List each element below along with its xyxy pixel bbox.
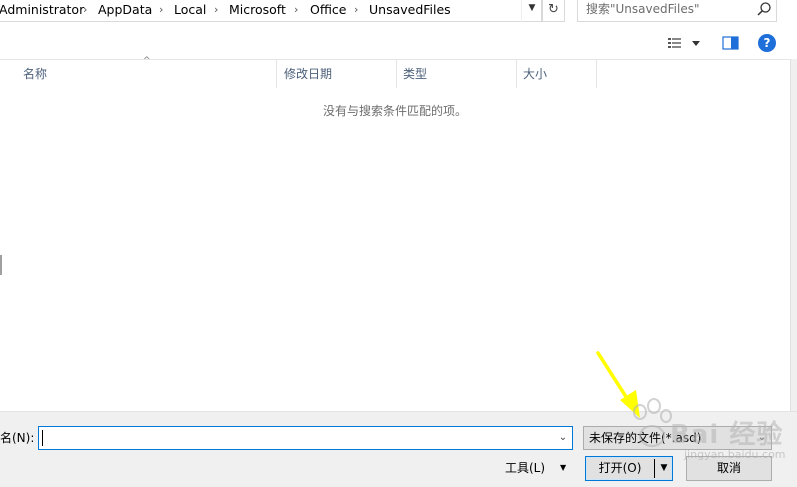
address-dropdown-icon[interactable]: ▼ <box>521 0 542 22</box>
tools-label: 工具(L) <box>505 461 546 475</box>
vertical-scrollbar[interactable] <box>790 59 797 411</box>
column-header-type[interactable]: 类型 <box>397 60 517 88</box>
filename-label: 名(N): <box>0 431 35 445</box>
breadcrumb-microsoft[interactable]: Microsoft <box>229 0 286 21</box>
help-icon[interactable]: ? <box>758 34 776 52</box>
empty-message: 没有与搜索条件匹配的项。 <box>322 104 467 118</box>
watermark-text: Bai 经验 <box>670 420 784 450</box>
search-placeholder: 搜索"UnsavedFiles" <box>586 2 700 16</box>
breadcrumb-separator[interactable]: › <box>83 0 87 21</box>
breadcrumb-appdata[interactable]: AppData <box>98 0 152 21</box>
search-input[interactable]: 搜索"UnsavedFiles" <box>577 0 777 22</box>
breadcrumb-office[interactable]: Office <box>310 0 347 21</box>
breadcrumb-administrator[interactable]: Administrator <box>0 0 84 21</box>
search-icon[interactable] <box>756 1 772 17</box>
triangle-down-icon: ▼ <box>560 463 567 472</box>
sort-up-icon: ^ <box>143 56 151 66</box>
filename-input[interactable]: ⌄ <box>38 426 573 450</box>
paw-logo-icon <box>633 398 672 447</box>
breadcrumb-separator[interactable]: › <box>354 0 358 21</box>
column-header-modified[interactable]: 修改日期 <box>278 60 397 88</box>
address-bar[interactable]: Administrator › AppData › Local › Micros… <box>0 0 542 22</box>
refresh-icon[interactable]: ↻ <box>542 0 565 22</box>
breadcrumb-separator[interactable]: › <box>214 0 218 21</box>
breadcrumb-separator[interactable]: › <box>159 0 163 21</box>
breadcrumb-unsavedfiles[interactable]: UnsavedFiles <box>369 0 451 21</box>
watermark: Bai 经验 jingyan.baidu.com <box>628 398 788 480</box>
breadcrumb-separator[interactable]: › <box>294 0 298 21</box>
breadcrumb-local[interactable]: Local <box>174 0 206 21</box>
chevron-down-icon[interactable]: ⌄ <box>554 427 572 449</box>
nav-pane-splitter[interactable] <box>0 255 2 275</box>
tools-button[interactable]: 工具(L) ▼ <box>498 456 578 480</box>
watermark-url: jingyan.baidu.com <box>684 448 786 461</box>
preview-pane-icon[interactable] <box>721 34 741 52</box>
column-header-size[interactable]: 大小 <box>517 60 597 88</box>
text-caret <box>42 430 43 446</box>
change-view-icon[interactable] <box>667 34 705 52</box>
